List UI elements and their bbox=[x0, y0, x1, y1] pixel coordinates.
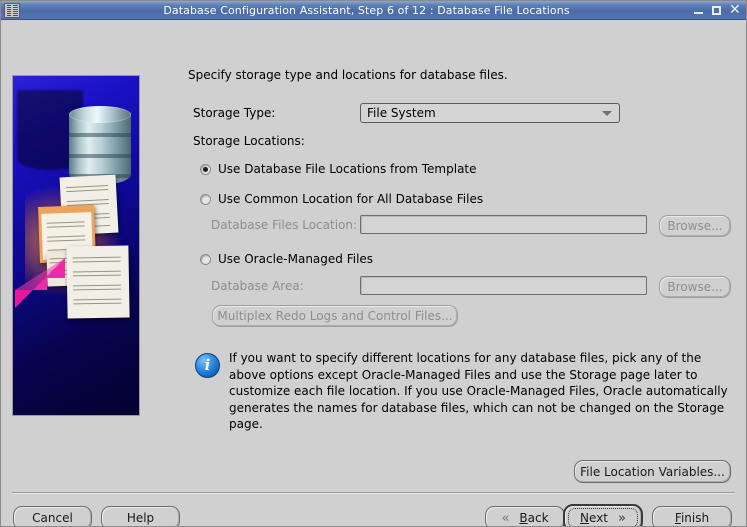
radio-indicator bbox=[200, 163, 211, 175]
storage-type-value: File System bbox=[367, 106, 436, 120]
finish-button-label: Finish bbox=[674, 511, 710, 525]
radio-use-template[interactable]: Use Database File Locations from Templat… bbox=[200, 162, 477, 176]
finish-button[interactable]: Finish bbox=[652, 506, 732, 526]
storage-locations-label: Storage Locations: bbox=[193, 134, 305, 148]
footer-divider bbox=[12, 492, 735, 494]
sidebar-illustration bbox=[12, 75, 140, 416]
dbca-window: Database Configuration Assistant, Step 6… bbox=[0, 0, 747, 527]
document-page-icon bbox=[66, 245, 130, 319]
app-icon bbox=[4, 2, 20, 18]
info-icon: i bbox=[195, 353, 220, 378]
back-button[interactable]: « Back bbox=[485, 506, 565, 526]
storage-type-label: Storage Type: bbox=[193, 106, 276, 120]
database-files-location-input[interactable] bbox=[360, 215, 647, 234]
minimize-icon[interactable] bbox=[693, 5, 704, 16]
finish-mnemonic: F bbox=[674, 511, 681, 525]
chevron-down-icon bbox=[602, 110, 612, 116]
radio-label: Use Database File Locations from Templat… bbox=[218, 162, 477, 176]
database-files-location-label: Database Files Location: bbox=[211, 218, 358, 232]
radio-label: Use Common Location for All Database Fil… bbox=[218, 192, 484, 206]
radio-indicator bbox=[200, 253, 211, 265]
next-button[interactable]: Next » bbox=[563, 504, 643, 526]
cylinder-band bbox=[69, 133, 131, 137]
title-bar: Database Configuration Assistant, Step 6… bbox=[1, 1, 746, 20]
arrow-icon bbox=[15, 258, 67, 308]
cylinder-body bbox=[69, 113, 131, 185]
next-mnemonic: N bbox=[580, 511, 590, 525]
database-area-input[interactable] bbox=[360, 276, 647, 295]
browse-database-area-button[interactable]: Browse... bbox=[659, 276, 731, 298]
close-icon[interactable]: ✕ bbox=[729, 3, 741, 17]
maximize-icon[interactable] bbox=[711, 5, 722, 16]
back-button-label: Back bbox=[519, 511, 549, 525]
radio-label: Use Oracle-Managed Files bbox=[218, 252, 374, 266]
cancel-button[interactable]: Cancel bbox=[13, 506, 92, 526]
dialog-body: Specify storage type and locations for d… bbox=[1, 20, 746, 526]
radio-indicator bbox=[200, 193, 211, 205]
next-button-label: Next bbox=[580, 511, 608, 525]
back-mnemonic: B bbox=[519, 511, 528, 525]
cylinder-top bbox=[69, 106, 131, 123]
info-message: If you want to specify different locatio… bbox=[229, 351, 728, 431]
multiplex-redo-logs-button[interactable]: Multiplex Redo Logs and Control Files... bbox=[212, 305, 458, 327]
window-controls: ✕ bbox=[693, 3, 741, 17]
radio-use-common-location[interactable]: Use Common Location for All Database Fil… bbox=[200, 192, 483, 206]
cylinder-band bbox=[69, 154, 131, 158]
storage-type-select[interactable]: File System bbox=[360, 103, 620, 123]
chevron-left-icon: « bbox=[501, 510, 510, 526]
page-title: Specify storage type and locations for d… bbox=[188, 68, 508, 82]
browse-database-files-button[interactable]: Browse... bbox=[659, 215, 731, 237]
chevron-right-icon: » bbox=[618, 510, 626, 526]
help-button[interactable]: Help bbox=[101, 506, 180, 526]
file-location-variables-button[interactable]: File Location Variables... bbox=[574, 460, 731, 483]
radio-use-oracle-managed-files[interactable]: Use Oracle-Managed Files bbox=[200, 252, 373, 266]
database-area-label: Database Area: bbox=[211, 279, 304, 293]
window-title: Database Configuration Assistant, Step 6… bbox=[163, 3, 570, 17]
